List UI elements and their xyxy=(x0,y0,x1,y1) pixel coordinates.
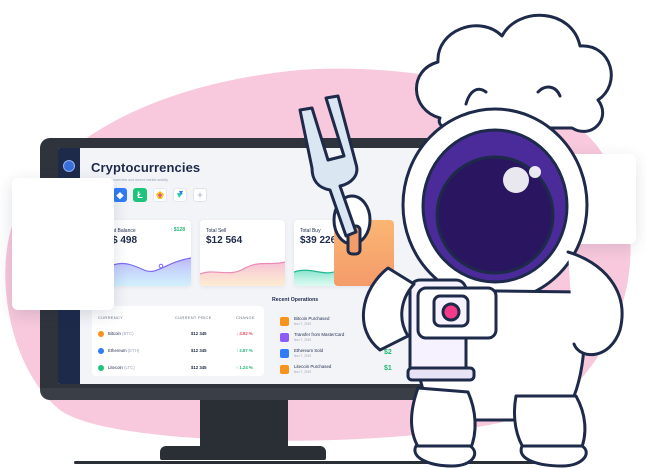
litecoin-icon xyxy=(280,365,289,374)
currency-name: Ethereum xyxy=(108,348,127,353)
astronaut-chef-illustration xyxy=(298,13,624,468)
change-value: ↑ 1.24 % xyxy=(236,365,253,370)
bitcoin-icon xyxy=(98,331,104,337)
ethereum-icon xyxy=(98,348,104,354)
currency-name: Bitcoin xyxy=(108,331,121,336)
coin-icon[interactable] xyxy=(153,188,167,202)
table-header: CURRENT PRICE xyxy=(175,315,212,320)
ethereum-icon xyxy=(280,349,289,358)
table-row[interactable]: Ethereum (ETH) xyxy=(108,348,139,353)
change-value: ↑ 2.87 % xyxy=(236,348,253,353)
card-label: nt Balance xyxy=(112,228,136,234)
floating-panel-left xyxy=(12,178,114,310)
table-row[interactable]: Bitcoin (BTC) xyxy=(108,331,134,336)
balance-sparkline xyxy=(106,257,191,286)
bitcoin-icon xyxy=(280,317,289,326)
table-header: CURRENCY xyxy=(98,315,124,320)
litecoin-icon[interactable]: Ł xyxy=(133,188,147,202)
page-title: Cryptocurrencies xyxy=(91,160,201,175)
card-value: $ 498 xyxy=(112,235,138,246)
card-badge: ↑ $128 xyxy=(169,227,185,233)
change-value: ↓ 4.92 % xyxy=(236,331,253,336)
table-row[interactable]: Litecoin (LTC) xyxy=(108,365,135,370)
total-sell-card: Total Sell $12 564 xyxy=(200,220,285,286)
card-value: $12 564 xyxy=(206,235,243,246)
current-price: $12 345 xyxy=(191,331,207,336)
current-price: $12 345 xyxy=(191,365,207,370)
ethereum-icon[interactable]: ◆ xyxy=(113,188,127,202)
currency-symbol: (LTC) xyxy=(124,365,135,370)
currency-symbol: (ETH) xyxy=(127,348,140,353)
currency-name: Litecoin xyxy=(108,365,123,370)
monitor-stand xyxy=(200,400,288,452)
card-icon xyxy=(280,333,289,342)
logo-icon[interactable] xyxy=(63,160,75,172)
sell-sparkline xyxy=(200,261,285,286)
table-header: CHANGE xyxy=(236,315,255,320)
plus-icon[interactable]: + xyxy=(193,188,207,202)
current-price: $12 345 xyxy=(191,348,207,353)
litecoin-icon xyxy=(98,365,104,371)
balance-card: nt Balance $ 498 ↑ $128 xyxy=(106,220,191,286)
coin-icon[interactable] xyxy=(173,188,187,202)
currency-symbol: (BTC) xyxy=(122,331,134,336)
card-label: Total Sell xyxy=(206,228,227,234)
